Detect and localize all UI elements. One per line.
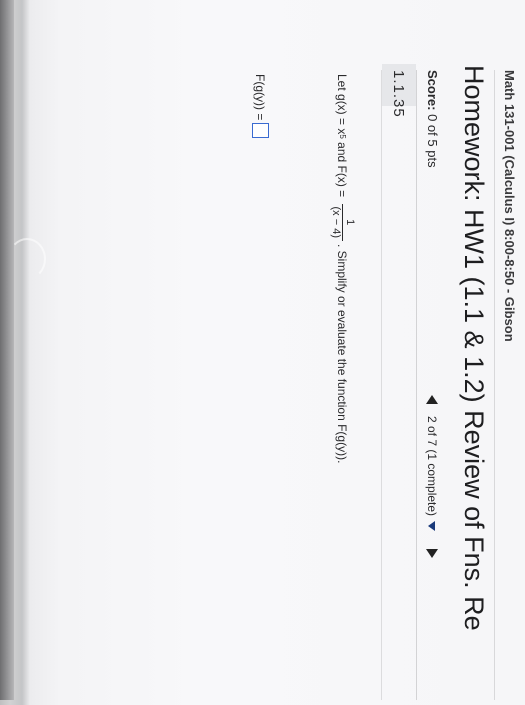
prompt-end: . Simplify or evaluate the function F(g(… [335,243,350,464]
fraction-denominator: (x − 4) [329,203,343,241]
score-value: 0 of 5 pts [425,114,440,168]
fraction: 1 (x − 4) [329,203,356,241]
score-text: Score: 0 of 5 pts [425,70,440,168]
course-title: Math 131-001 (Calculus I) 8:00-8:50 - Gi… [502,70,517,342]
triangle-down-icon[interactable] [428,521,436,532]
prompt-mid: and F(x) = [335,138,350,201]
answer-row: F(g(y)) = [252,74,269,139]
homework-page: Math 131-001 (Calculus I) 8:00-8:50 - Gi… [0,0,525,700]
question-navigation: 2 of 7 (1 complete) [425,395,439,559]
triangle-right-icon[interactable] [426,549,438,559]
fraction-numerator: 1 [344,219,356,226]
score-label: Score: [425,70,440,111]
question-number: 1.1.35 [390,70,407,118]
prompt-start: Let g(x) = x [335,74,350,135]
homework-title: Homework: HW1 (1.1 & 1.2) Review of Fns.… [459,65,489,631]
question-prompt: Let g(x) = x5 and F(x) = 1 (x − 4) . Sim… [329,74,356,463]
triangle-left-icon[interactable] [426,395,438,404]
header-divider [494,70,495,700]
question-top-divider [416,70,417,700]
question-bottom-divider [381,70,382,700]
question-position: 2 of 7 (1 complete) [425,416,439,517]
answer-input[interactable] [252,123,269,139]
answer-label: F(g(y)) = [253,74,268,121]
